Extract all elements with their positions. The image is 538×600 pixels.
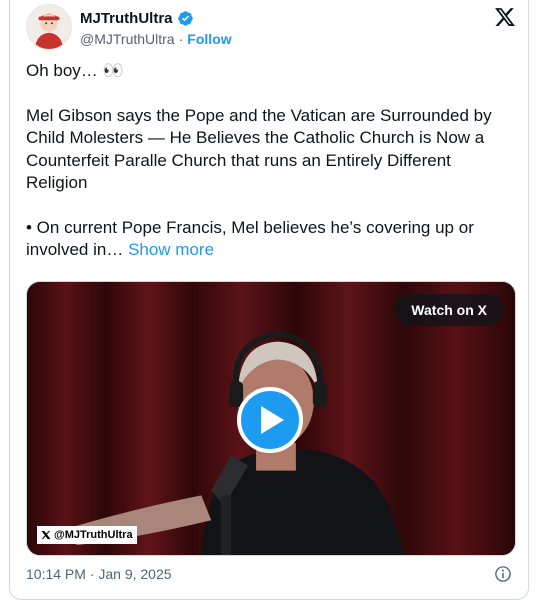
tweet-timestamp[interactable]: 10:14 PM · Jan 9, 2025 [26, 566, 172, 582]
author-handle[interactable]: @MJTruthUltra [80, 31, 175, 49]
video-watermark: @MJTruthUltra [37, 526, 137, 544]
tweet-card: MJTruthUltra @MJTruthUltra · Follow Oh b… [9, 0, 529, 600]
display-name-row: MJTruthUltra [80, 9, 232, 27]
tweet-paragraph-3-text: • On current Pope Francis, Mel believes … [26, 217, 474, 260]
verified-badge-icon [177, 10, 194, 27]
show-more-link[interactable]: Show more [128, 240, 214, 259]
play-icon [261, 406, 284, 434]
author-display-name[interactable]: MJTruthUltra [80, 10, 173, 27]
tweet-paragraph-2: Mel Gibson says the Pope and the Vatican… [26, 105, 492, 193]
info-icon[interactable] [494, 565, 512, 583]
play-button[interactable] [237, 387, 303, 453]
x-watermark-icon [41, 530, 51, 540]
handle-row: @MJTruthUltra · Follow [80, 31, 232, 49]
avatar[interactable] [26, 4, 72, 50]
follow-button[interactable]: Follow [187, 31, 231, 49]
author-names: MJTruthUltra @MJTruthUltra · Follow [80, 9, 232, 49]
x-logo-icon[interactable] [494, 6, 516, 28]
watermark-text: @MJTruthUltra [54, 529, 133, 541]
tweet-text: Oh boy… 👀 Mel Gibson says the Pope and t… [26, 60, 514, 262]
tweet-header: MJTruthUltra @MJTruthUltra · Follow [26, 4, 516, 52]
tweet-line-1: Oh boy… 👀 [26, 61, 124, 80]
tweet-paragraph-3: • On current Pope Francis, Mel believes … [26, 217, 514, 262]
watch-on-x-button[interactable]: Watch on X [395, 294, 503, 326]
handle-separator: · [178, 31, 184, 47]
video-player[interactable]: Watch on X @MJTruthUltra [26, 281, 516, 556]
